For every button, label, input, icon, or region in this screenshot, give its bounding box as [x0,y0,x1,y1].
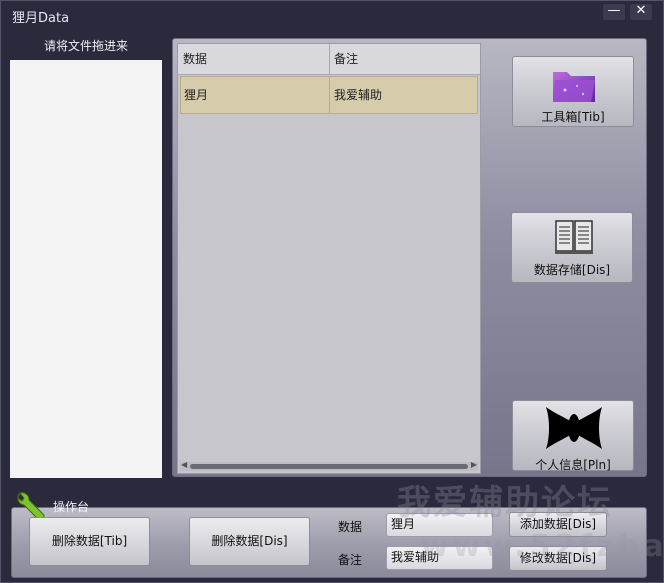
horizontal-scrollbar[interactable]: ◀ ▶ [180,460,478,471]
profile-button[interactable]: 个人信息[Pln] [512,400,634,472]
column-header-data[interactable]: 数据 [179,44,330,74]
operations-label: 操作台 [53,500,90,514]
cell-note: 我爱辅助 [334,88,383,102]
minimize-button[interactable]: — [603,4,625,20]
note-field-label: 备注 [338,553,363,567]
toolbox-button[interactable]: 工具箱[Tib] [512,56,634,127]
scroll-right-icon[interactable]: ▶ [471,460,477,469]
watermark-title: 我爱辅助论坛 [397,483,613,523]
purple-folder-icon [553,72,595,102]
toolbox-label: 工具箱[Tib] [541,110,605,124]
window-title: 狸月Data [12,11,70,26]
table-row[interactable]: 狸月 我爱辅助 [180,76,478,114]
delete-tib-button[interactable]: 删除数据[Tib] [29,517,150,566]
drop-zone-label: 请将文件拖进来 [43,39,128,53]
scroll-left-icon[interactable]: ◀ [181,460,187,469]
data-field-label: 数据 [338,520,363,534]
delete-dis-button[interactable]: 删除数据[Dis] [189,517,310,566]
close-button[interactable]: ✕ [630,4,652,20]
open-book-icon [555,220,593,254]
column-header-note[interactable]: 备注 [330,44,479,74]
app-window: 狸月Data — ✕ 请将文件拖进来 数据 备注 狸月 我爱辅助 ◀ ▶ 工具箱… [0,0,664,583]
data-storage-label: 数据存储[Dis] [533,263,611,277]
profile-label: 个人信息[Pln] [535,458,611,472]
cell-data: 狸月 [181,77,330,113]
title-bar[interactable]: 狸月Data — ✕ [1,1,663,27]
data-storage-button[interactable]: 数据存储[Dis] [511,212,633,283]
bowtie-icon [546,407,602,449]
table-header: 数据 备注 [178,44,480,75]
data-table[interactable]: 数据 备注 狸月 我爱辅助 ◀ ▶ [177,43,481,474]
watermark-url: www.52fzba.com [421,529,664,564]
file-drop-zone[interactable] [10,60,162,478]
scrollbar-thumb[interactable] [190,464,468,469]
